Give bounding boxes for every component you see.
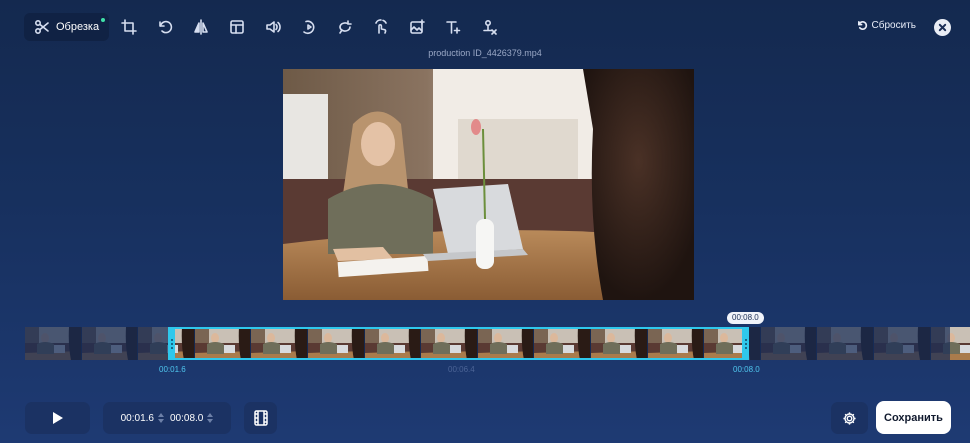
trim-tool-label: Обрезка [56,21,100,33]
speed-icon [303,20,315,35]
start-time-field[interactable]: 00:01.6 [121,413,164,424]
remove-watermark-tool-button[interactable] [473,13,505,41]
trim-tool-button[interactable]: Обрезка [24,13,110,41]
flip-icon [194,19,208,35]
add-image-icon [410,19,425,34]
film-strip-icon [253,410,268,426]
editor-toolbar: Обрезка [24,12,505,42]
layout-tool-button[interactable] [221,13,253,41]
start-time-value: 00:01.6 [120,412,154,424]
timeline-excluded-left [25,327,170,360]
add-text-icon [446,21,461,34]
volume-tool-button[interactable] [257,13,289,41]
active-indicator-dot [101,18,106,22]
selection-start-label: 00:01.6 [159,365,186,374]
close-button[interactable] [934,19,951,36]
add-text-tool-button[interactable] [437,13,469,41]
crop-tool-button[interactable] [113,13,145,41]
gear-icon [843,411,856,425]
reset-label: Сбросить [871,20,916,31]
loop-tool-button[interactable] [329,13,361,41]
trim-start-handle[interactable] [168,327,175,360]
settings-button[interactable] [831,402,868,434]
save-button[interactable]: Сохранить [876,401,951,434]
timeline-excluded-right [749,327,950,360]
timeline[interactable] [25,327,970,360]
reset-icon [857,21,867,31]
loop-icon [339,20,352,34]
selection-end-label: 00:08.0 [733,365,760,374]
end-time-value: 00:08.0 [170,412,204,424]
flip-tool-button[interactable] [185,13,217,41]
rotate-icon [159,20,173,34]
close-icon [938,23,947,32]
play-icon [52,412,63,424]
time-range-inputs: 00:01.6 00:08.0 [103,402,231,434]
reset-button[interactable]: Сбросить [857,20,916,31]
crop-icon [121,19,137,35]
add-image-tool-button[interactable] [401,13,433,41]
play-button[interactable] [25,402,90,434]
remove-watermark-icon [483,19,497,35]
start-time-stepper[interactable] [158,413,164,423]
rotate-tool-button[interactable] [149,13,181,41]
end-time-field[interactable]: 00:08.0 [170,412,214,424]
playhead-time-bubble: 00:08.0 [727,312,764,324]
speed-tool-button[interactable] [293,13,325,41]
trim-end-handle[interactable] [742,327,749,360]
timeline-mid-label: 00:06.4 [448,365,475,374]
end-time-stepper[interactable] [207,413,214,423]
volume-icon [266,21,281,33]
layout-icon [230,20,244,34]
split-button[interactable] [244,402,277,434]
stabilize-icon [375,19,387,34]
scissors-icon [34,19,49,35]
timeline-selection [170,327,749,360]
stabilize-tool-button[interactable] [365,13,397,41]
video-preview[interactable] [283,69,694,300]
video-frame-image [283,69,694,300]
video-filename: production ID_4426379.mp4 [428,48,542,58]
